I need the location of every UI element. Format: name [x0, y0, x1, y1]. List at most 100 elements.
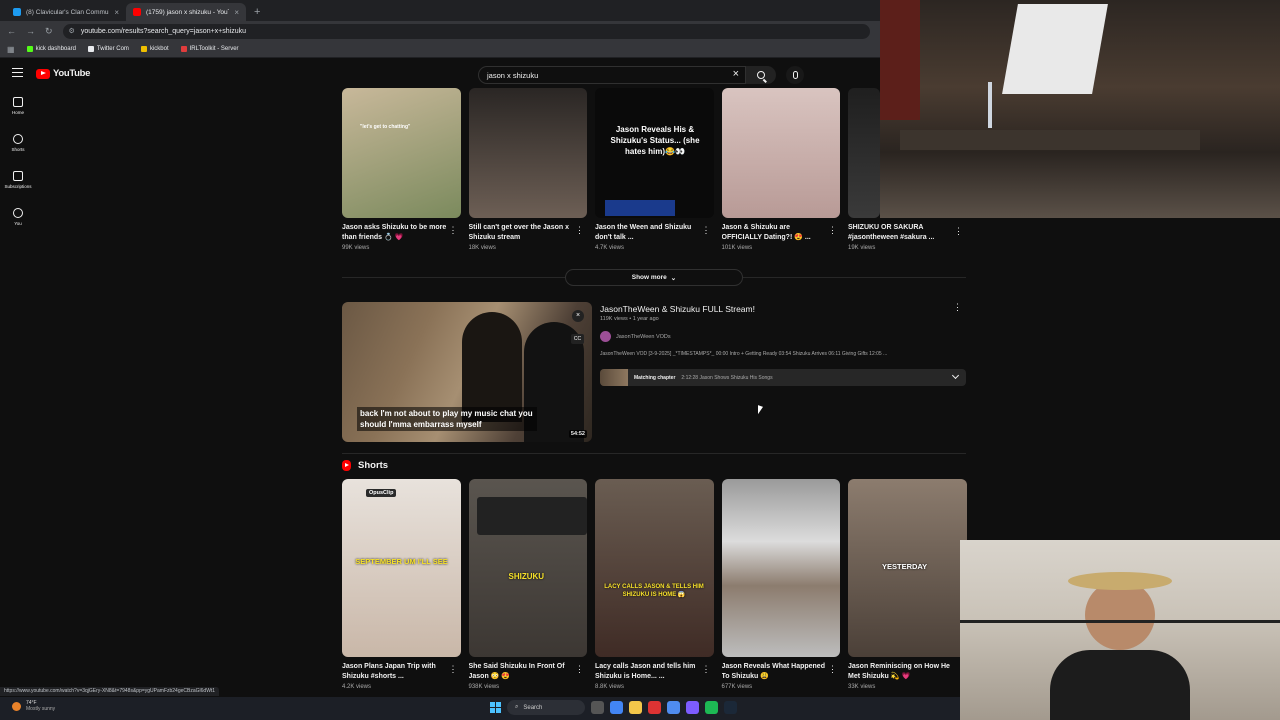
back-icon[interactable]: ←	[7, 26, 16, 36]
more-actions-icon[interactable]: ⋮	[828, 665, 837, 674]
mute-icon[interactable]: ×	[572, 310, 584, 322]
video-thumbnail[interactable]	[468, 88, 587, 218]
bookmark-label: kickbot	[149, 46, 169, 52]
sidebar-item-you[interactable]: You	[0, 203, 36, 240]
browser-tab-active[interactable]: (1759) jason x shizuku - YouTu... ×	[126, 3, 246, 21]
video-card[interactable]: "let's get to chatting" Jason asks Shizu…	[342, 88, 461, 251]
video-card[interactable]: Still can't get over the Jason x Shizuku…	[468, 88, 588, 251]
clear-search-icon[interactable]: ×	[733, 68, 739, 80]
menu-icon[interactable]	[12, 68, 23, 77]
channel-name[interactable]: JasonTheWeen VODs	[616, 334, 671, 340]
reload-icon[interactable]: ↻	[45, 26, 53, 37]
more-actions-icon[interactable]: ⋮	[702, 226, 711, 235]
featured-video-thumbnail[interactable]: × CC back I'm not about to play my music…	[342, 302, 592, 442]
video-views: 99K views	[342, 245, 370, 251]
search-input[interactable]: jason x shizuku ×	[478, 66, 746, 84]
video-views: 19K views	[848, 245, 876, 251]
more-actions-icon[interactable]: ⋮	[575, 665, 584, 674]
short-title[interactable]: Jason Reminiscing on How He Met Shizuku …	[848, 662, 967, 681]
short-card[interactable]: SHIZUKU She Said Shizuku In Front Of Jas…	[468, 479, 588, 690]
bottle-shape	[988, 82, 992, 128]
captions-icon[interactable]: CC	[571, 334, 584, 344]
app-icon[interactable]	[648, 701, 661, 714]
short-title[interactable]: She Said Shizuku In Front Of Jason 😳 😍	[469, 662, 588, 681]
taskbar-search[interactable]: ⌕ Search	[507, 700, 585, 715]
more-actions-icon[interactable]: ⋮	[449, 665, 458, 674]
youtube-logo[interactable]: YouTube	[36, 68, 90, 79]
address-bar-row: ← → ↻ ⚙ youtube.com/results?search_query…	[0, 21, 880, 41]
channel-link[interactable]: JasonTheWeen VODs	[600, 331, 671, 342]
steam-icon[interactable]	[724, 701, 737, 714]
short-thumbnail[interactable]: OpusClip SEPTEMBER UM I'LL SEE	[342, 479, 461, 657]
video-title[interactable]: Jason & Shizuku are OFFICIALLY Dating?! …	[722, 223, 841, 242]
sidebar-item-label: Home	[11, 110, 24, 115]
chrome-icon[interactable]	[610, 701, 623, 714]
more-actions-icon[interactable]: ⋮	[828, 226, 837, 235]
short-title[interactable]: Jason Plans Japan Trip with Shizuku #sho…	[342, 662, 461, 681]
face-shape	[1085, 580, 1155, 650]
short-card[interactable]: LACY CALLS JASON & TELLS HIM SHIZUKU IS …	[595, 479, 714, 690]
video-thumbnail[interactable]	[848, 88, 880, 218]
task-view-icon[interactable]	[591, 701, 604, 714]
chevron-down-icon[interactable]	[951, 371, 960, 380]
video-card[interactable]: Jason Reveals His & Shizuku's Status... …	[595, 88, 714, 251]
bookmark-item[interactable]: IRLToolkit - Server	[180, 46, 239, 52]
voice-search-icon[interactable]	[786, 66, 804, 84]
short-thumbnail[interactable]: YESTERDAY	[848, 479, 967, 657]
matching-chapter[interactable]: Matching chapter 2:12:28 Jason Shows Shi…	[600, 369, 966, 386]
weather-widget[interactable]: 74°F Mostly sunny	[12, 700, 55, 712]
video-thumbnail[interactable]: "let's get to chatting"	[342, 88, 461, 218]
video-card-text[interactable]: SHIZUKU OR SAKURA #jasontheween #sakura …	[848, 223, 966, 251]
short-thumbnail[interactable]: SHIZUKU	[468, 479, 587, 657]
video-card[interactable]: Jason & Shizuku are OFFICIALLY Dating?! …	[721, 88, 841, 251]
file-explorer-icon[interactable]	[629, 701, 642, 714]
tab-close-icon[interactable]: ×	[114, 8, 119, 17]
sidebar-item-home[interactable]: Home	[0, 92, 36, 129]
thumbnail-text: Jason Reveals His & Shizuku's Status... …	[610, 125, 700, 156]
sidebar-item-shorts[interactable]: Shorts	[0, 129, 36, 166]
featured-video-title[interactable]: JasonTheWeen & Shizuku FULL Stream!	[600, 304, 755, 314]
more-actions-icon[interactable]: ⋮	[954, 226, 963, 237]
search-button[interactable]	[746, 66, 776, 84]
apps-icon[interactable]: ▦	[7, 45, 15, 54]
more-actions-icon[interactable]: ⋮	[702, 665, 711, 674]
browser-tab[interactable]: (8) Clavicular's Clan Communit... ×	[6, 3, 126, 21]
mouse-cursor-icon	[758, 405, 763, 416]
subscriptions-icon	[13, 171, 23, 181]
short-thumbnail[interactable]: LACY CALLS JASON & TELLS HIM SHIZUKU IS …	[595, 479, 714, 657]
person-silhouette	[462, 312, 522, 422]
short-title[interactable]: Lacy calls Jason and tells him Shizuku i…	[595, 662, 714, 681]
forward-icon[interactable]: →	[26, 26, 35, 36]
tab-close-icon[interactable]: ×	[234, 8, 239, 17]
show-more-label: Show more	[631, 274, 667, 281]
url-field[interactable]: ⚙ youtube.com/results?search_query=jason…	[62, 23, 870, 39]
video-title[interactable]: SHIZUKU OR SAKURA #jasontheween #sakura …	[848, 223, 966, 242]
more-actions-icon[interactable]: ⋮	[575, 226, 584, 235]
site-info-icon[interactable]: ⚙	[69, 27, 75, 35]
video-thumbnail[interactable]	[721, 88, 840, 218]
video-thumbnail[interactable]: Jason Reveals His & Shizuku's Status... …	[595, 88, 714, 218]
taskbar-apps: ⌕ Search	[490, 700, 737, 715]
short-card[interactable]: YESTERDAY Jason Reminiscing on How He Me…	[848, 479, 967, 690]
short-title[interactable]: Jason Reveals What Happened To Shizuku 😩	[722, 662, 841, 681]
channel-avatar[interactable]	[600, 331, 611, 342]
bookmark-item[interactable]: Twitter Com	[87, 46, 129, 52]
windows-start-icon[interactable]	[490, 702, 501, 713]
bookmark-item[interactable]: kick dashboard	[26, 46, 76, 52]
more-actions-icon[interactable]: ⋮	[449, 226, 458, 235]
browser-icon[interactable]	[667, 701, 680, 714]
short-card[interactable]: OpusClip SEPTEMBER UM I'LL SEE Jason Pla…	[342, 479, 461, 690]
sidebar-item-subscriptions[interactable]: Subscriptions	[0, 166, 36, 203]
video-title[interactable]: Still can't get over the Jason x Shizuku…	[469, 223, 588, 242]
more-actions-icon[interactable]: ⋮	[953, 302, 962, 313]
video-title[interactable]: Jason asks Shizuku to be more than frien…	[342, 223, 461, 242]
bookmark-item[interactable]: kickbot	[140, 46, 169, 52]
new-tab-button[interactable]: +	[246, 6, 268, 21]
video-title[interactable]: Jason the Ween and Shizuku don't talk ..…	[595, 223, 714, 242]
spotify-icon[interactable]	[705, 701, 718, 714]
show-more-button[interactable]: Show more ⌄	[565, 269, 743, 286]
discord-icon[interactable]	[686, 701, 699, 714]
video-views: 101K views	[721, 245, 753, 251]
short-thumbnail[interactable]	[721, 479, 840, 657]
short-card[interactable]: Jason Reveals What Happened To Shizuku 😩…	[721, 479, 841, 690]
